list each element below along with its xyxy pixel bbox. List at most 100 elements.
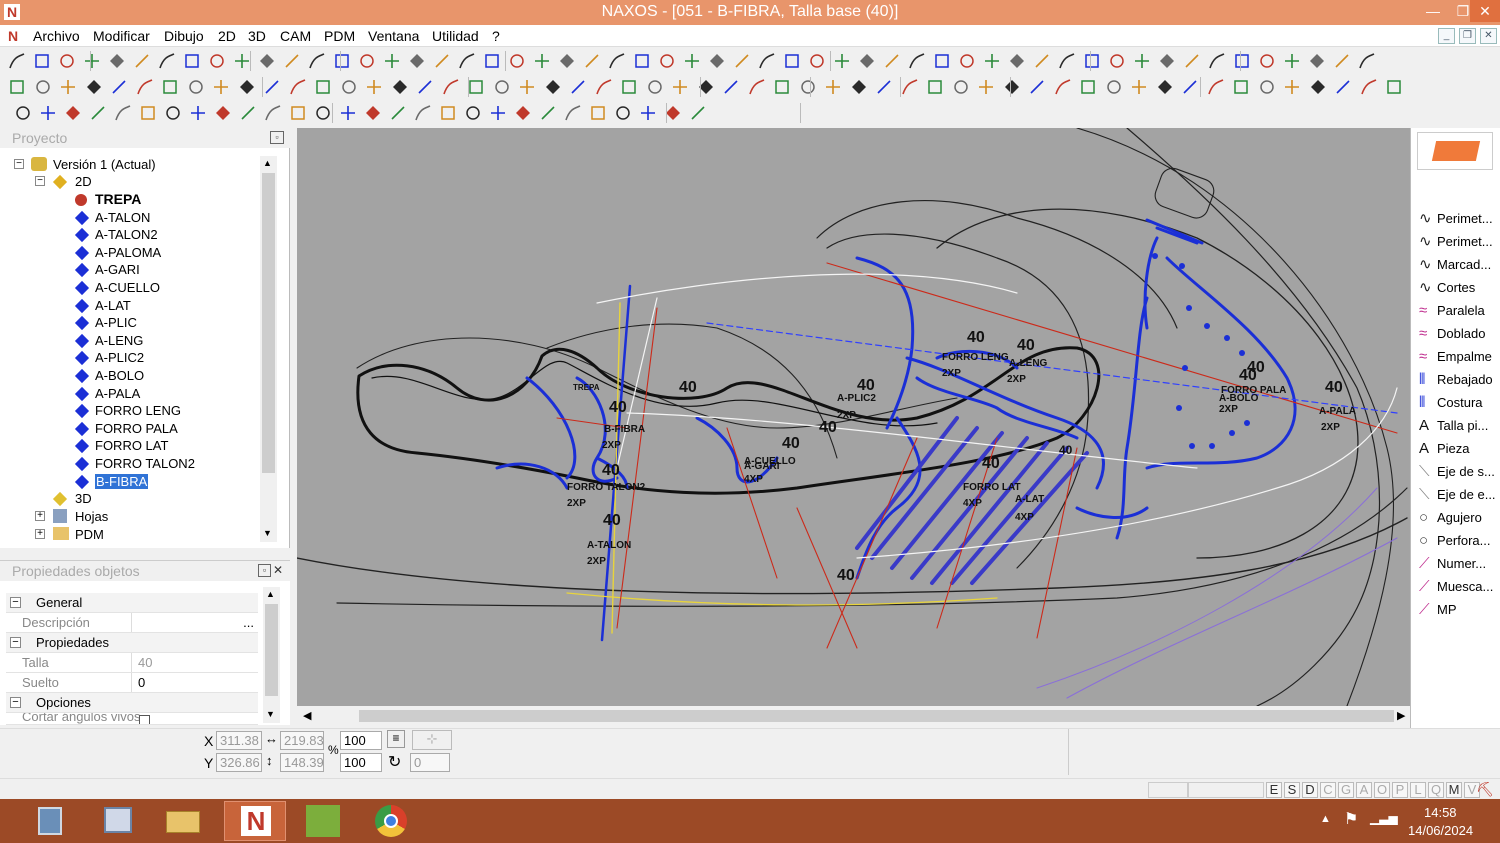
- toolbar-tool-icon[interactable]: [569, 78, 587, 96]
- panel-close-icon[interactable]: ✕: [273, 563, 283, 577]
- tree-item-piece[interactable]: A-GARI: [95, 261, 140, 278]
- toolbar-tool-icon[interactable]: [799, 78, 817, 96]
- toolbar-tool-icon[interactable]: [620, 78, 638, 96]
- toolbar-tool-icon[interactable]: [108, 52, 126, 70]
- toolbar-tool-icon[interactable]: [340, 78, 358, 96]
- tree-item-piece[interactable]: FORRO TALON2: [95, 455, 195, 472]
- toolbar-tool-icon[interactable]: [708, 52, 726, 70]
- piece-tool-item[interactable]: ∿ Cortes: [1417, 277, 1475, 299]
- tree-root-version[interactable]: Versión 1 (Actual): [53, 156, 156, 173]
- toolbar-tool-icon[interactable]: [564, 104, 582, 122]
- toolbar-tool-icon[interactable]: [758, 52, 776, 70]
- toolbar-tool-icon[interactable]: [608, 52, 626, 70]
- status-toggle-a[interactable]: A: [1356, 782, 1372, 798]
- toolbar-tool-icon[interactable]: [161, 78, 179, 96]
- menu-ventana[interactable]: Ventana: [368, 28, 419, 44]
- props-scroll-thumb[interactable]: [265, 604, 278, 696]
- toolbar-tool-icon[interactable]: [1130, 78, 1148, 96]
- toolbar-tool-icon[interactable]: [1283, 78, 1301, 96]
- toolbar-tool-icon[interactable]: [733, 52, 751, 70]
- toolbar-tool-icon[interactable]: [439, 104, 457, 122]
- menu-modificar[interactable]: Modificar: [93, 28, 150, 44]
- toolbar-tool-icon[interactable]: [1208, 52, 1226, 70]
- toolbar-tool-icon[interactable]: [633, 52, 651, 70]
- toolbar-tool-icon[interactable]: [783, 52, 801, 70]
- toolbar-tool-icon[interactable]: [639, 104, 657, 122]
- scale-x-field[interactable]: 100: [340, 731, 382, 750]
- toolbar-tool-icon[interactable]: [883, 52, 901, 70]
- toolbar-tool-icon[interactable]: [558, 52, 576, 70]
- toolbar-tool-icon[interactable]: [1183, 52, 1201, 70]
- toolbar-tool-icon[interactable]: [658, 52, 676, 70]
- toolbar-tool-icon[interactable]: [339, 104, 357, 122]
- toolbar-tool-icon[interactable]: [1108, 52, 1126, 70]
- toolbar-tool-icon[interactable]: [289, 78, 307, 96]
- toolbar-tool-icon[interactable]: [583, 52, 601, 70]
- piece-tool-item[interactable]: ∿ Perimet...: [1417, 231, 1493, 253]
- piece-tool-item[interactable]: ⟍ Eje de e...: [1417, 484, 1496, 506]
- toolbar-tool-icon[interactable]: [389, 104, 407, 122]
- toolbar-tool-icon[interactable]: [365, 78, 383, 96]
- status-toggle-d[interactable]: D: [1302, 782, 1318, 798]
- toolbar-tool-icon[interactable]: [508, 52, 526, 70]
- toolbar-tool-icon[interactable]: [14, 104, 32, 122]
- toolbar-tool-icon[interactable]: [364, 104, 382, 122]
- toolbar-tool-icon[interactable]: [408, 52, 426, 70]
- piece-tool-item[interactable]: ≈ Doblado: [1417, 323, 1485, 345]
- rotate-icon[interactable]: ↻: [388, 752, 401, 772]
- tree-scroll-thumb[interactable]: [262, 173, 275, 473]
- piece-tool-item[interactable]: ⟋ Muesca...: [1417, 576, 1493, 598]
- tree-item-piece[interactable]: FORRO LENG: [95, 402, 181, 419]
- toolbar-tool-icon[interactable]: [238, 78, 256, 96]
- toolbar-tool-icon[interactable]: [8, 78, 26, 96]
- toolbar-tool-icon[interactable]: [483, 52, 501, 70]
- toolbar-tool-icon[interactable]: [683, 52, 701, 70]
- tree-item-piece[interactable]: A-CUELLO: [95, 279, 160, 296]
- toolbar-tool-icon[interactable]: [164, 104, 182, 122]
- props-scrollbar[interactable]: ▲ ▼: [263, 587, 280, 723]
- toolbar-tool-icon[interactable]: [1233, 52, 1251, 70]
- status-toggle-p[interactable]: P: [1392, 782, 1408, 798]
- panel-pin-icon[interactable]: ▫: [258, 564, 271, 577]
- piece-tool-item[interactable]: A Talla pi...: [1417, 415, 1488, 437]
- panel-pin-icon[interactable]: ▫: [270, 131, 284, 144]
- toolbar-tool-icon[interactable]: [139, 104, 157, 122]
- toolbar-tool-icon[interactable]: [358, 52, 376, 70]
- toolbar-tool-icon[interactable]: [136, 78, 154, 96]
- clock-time[interactable]: 14:58: [1424, 805, 1457, 820]
- document-icon[interactable]: N: [8, 28, 24, 44]
- toolbar-tool-icon[interactable]: [233, 52, 251, 70]
- tree-expand-icon[interactable]: +: [35, 511, 45, 522]
- grid-snap-icon[interactable]: ⊹: [412, 730, 452, 750]
- toolbar-tool-icon[interactable]: [414, 104, 432, 122]
- piece-tool-item[interactable]: ⟋ MP: [1417, 599, 1457, 621]
- tray-expand-icon[interactable]: ▲: [1320, 813, 1331, 825]
- scroll-left-icon[interactable]: ◀: [303, 709, 311, 722]
- toolbar-tool-icon[interactable]: [901, 78, 919, 96]
- toolbar-tool-icon[interactable]: [183, 52, 201, 70]
- piece-tool-item[interactable]: ≈ Paralela: [1417, 300, 1485, 322]
- prop-suelto-field[interactable]: 0: [131, 673, 258, 692]
- toolbar-tool-icon[interactable]: [34, 78, 52, 96]
- collapse-icon[interactable]: −: [10, 637, 21, 648]
- tree-node-hojas[interactable]: Hojas: [75, 508, 108, 525]
- toolbar-tool-icon[interactable]: [493, 78, 511, 96]
- piece-tool-item[interactable]: ○ Perfora...: [1417, 530, 1490, 552]
- toolbar-tool-icon[interactable]: [1181, 78, 1199, 96]
- toolbar-tool-icon[interactable]: [489, 104, 507, 122]
- toolbar-tool-icon[interactable]: [1058, 52, 1076, 70]
- toolbar-tool-icon[interactable]: [589, 104, 607, 122]
- menu-dibujo[interactable]: Dibujo: [164, 28, 204, 44]
- plant-app-icon[interactable]: [292, 801, 354, 841]
- status-toggle-s[interactable]: S: [1284, 782, 1300, 798]
- toolbar-tool-icon[interactable]: [64, 104, 82, 122]
- network-icon[interactable]: ▁▃▅: [1370, 811, 1398, 825]
- toolbar-tool-icon[interactable]: [1308, 52, 1326, 70]
- minimize-icon[interactable]: —: [1418, 0, 1448, 22]
- toolbar-tool-icon[interactable]: [1232, 78, 1250, 96]
- toolbar-tool-icon[interactable]: [33, 52, 51, 70]
- toolbar-tool-icon[interactable]: [467, 78, 485, 96]
- align-icon[interactable]: ≡: [387, 730, 405, 748]
- scroll-up-icon[interactable]: ▲: [266, 589, 275, 599]
- piece-tool-item[interactable]: ∿ Perimet...: [1417, 208, 1493, 230]
